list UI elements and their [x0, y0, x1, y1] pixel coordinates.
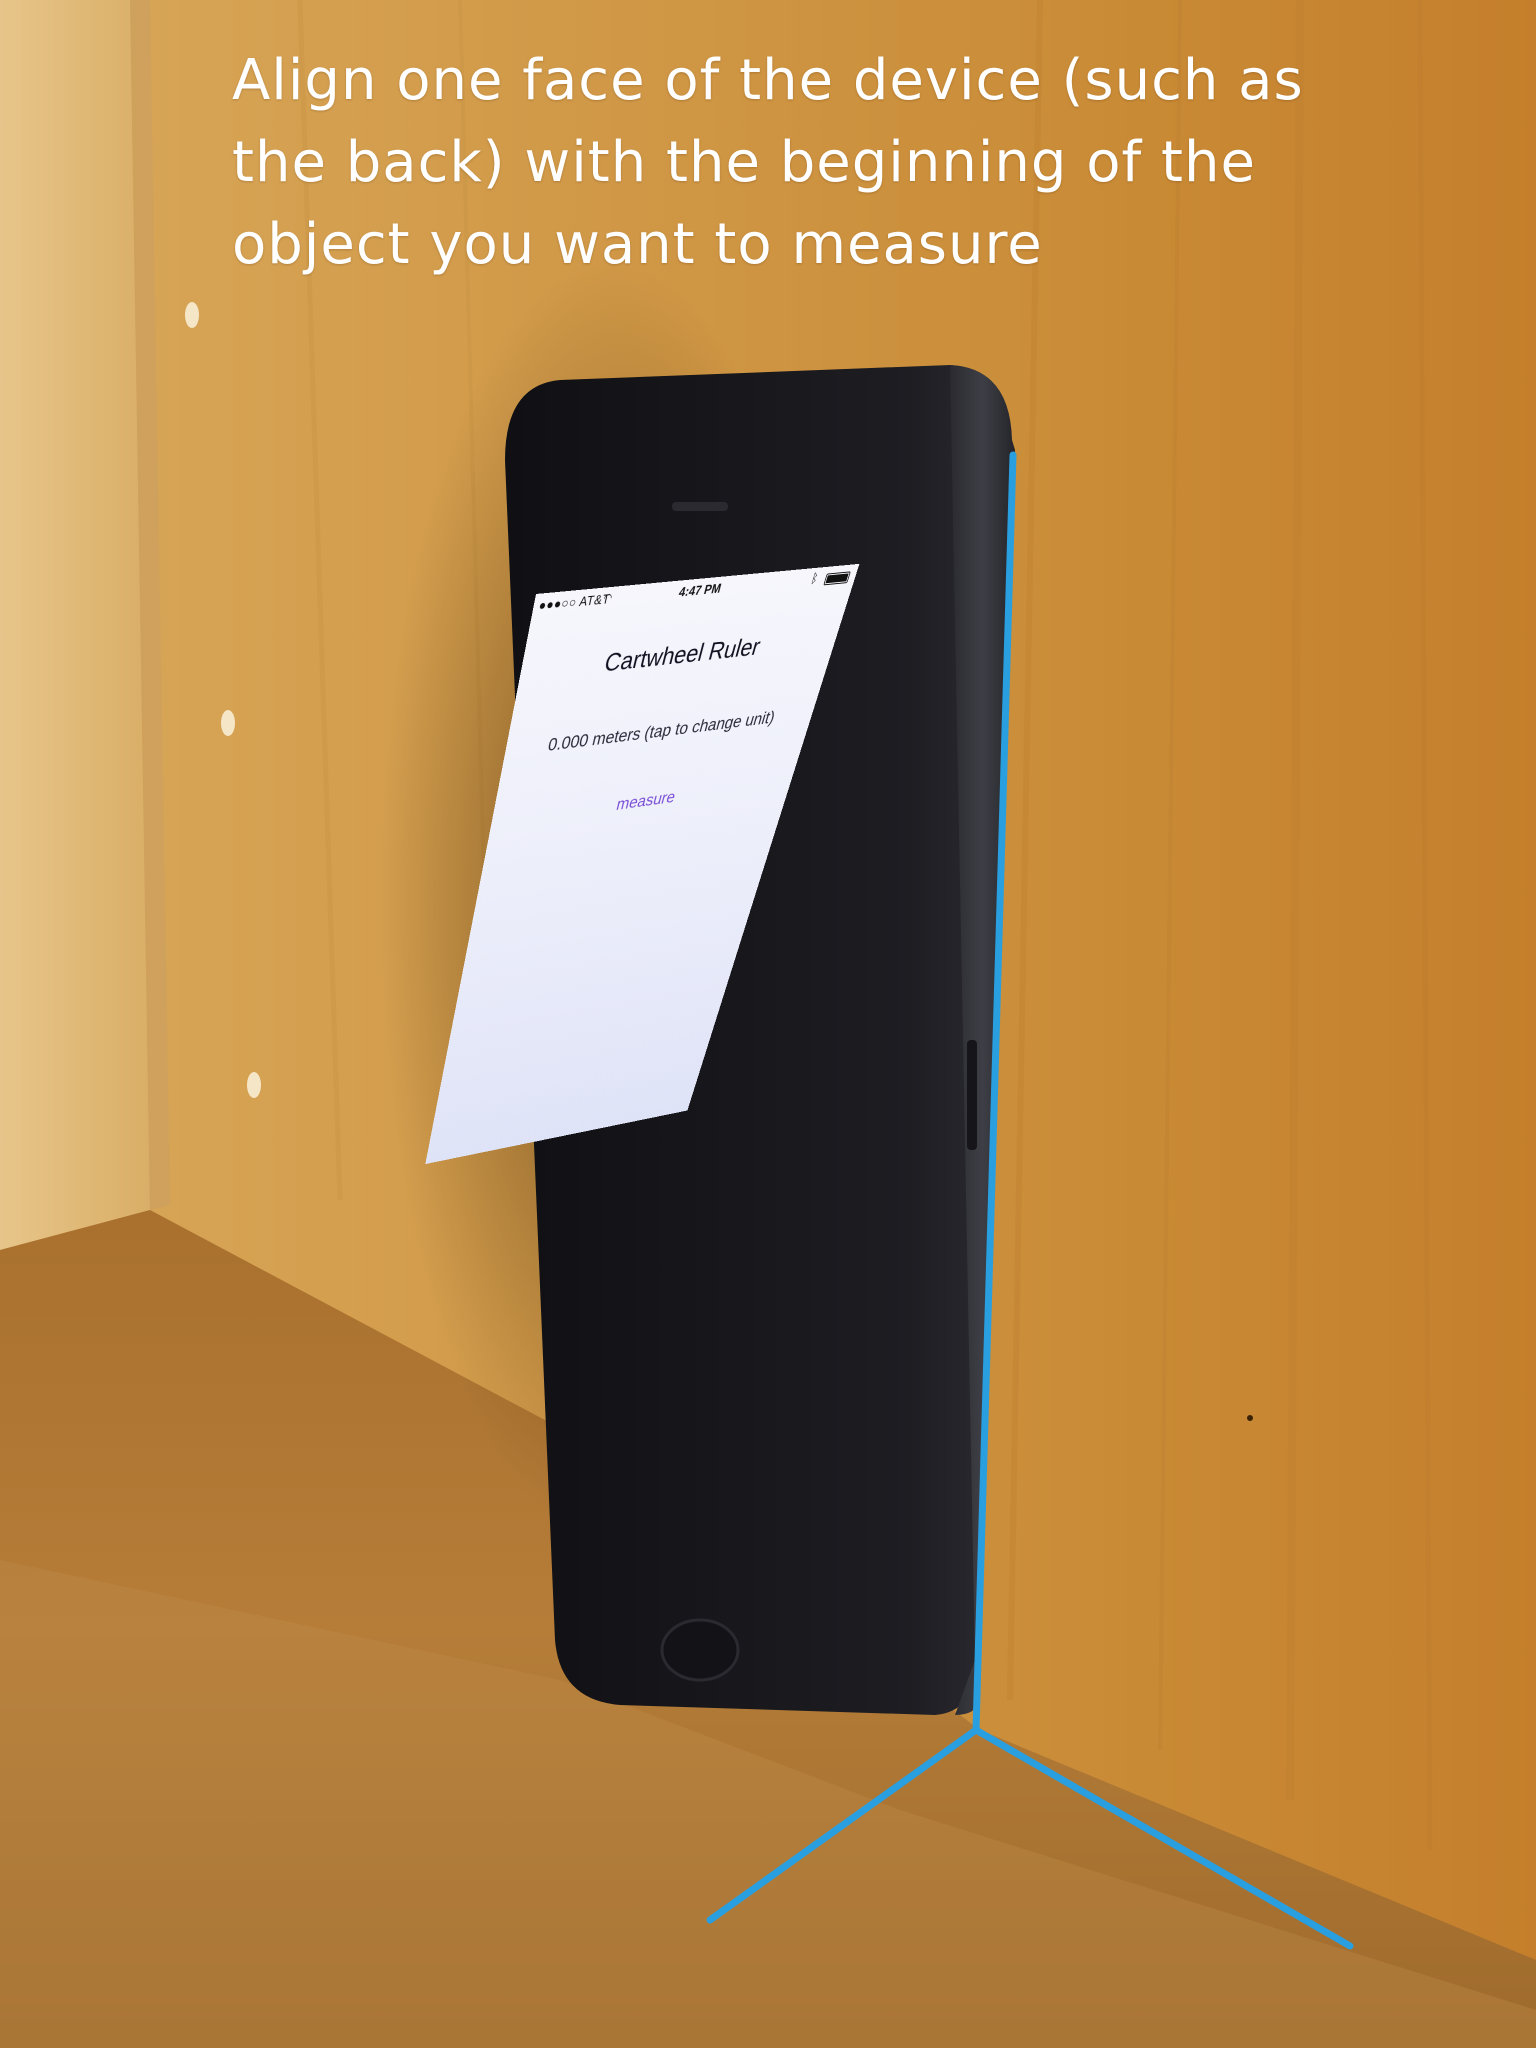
- photo-scene: [0, 0, 1536, 2048]
- wall-mark: [1247, 1415, 1253, 1421]
- app-title: Cartwheel Ruler: [601, 631, 764, 678]
- volume-button: [967, 1040, 977, 1150]
- caption-line-1: Align one face of the device (such as: [232, 48, 1304, 113]
- left-wall: [0, 0, 150, 1250]
- home-button: [660, 1618, 740, 1682]
- earpiece: [672, 502, 728, 511]
- measure-button[interactable]: measure: [490, 773, 794, 833]
- instruction-caption: Align one face of the device (such as th…: [232, 40, 1352, 286]
- battery-icon: [823, 571, 851, 586]
- caption-line-3: object you want to measure: [232, 212, 1043, 277]
- measurement-reading[interactable]: 0.000 meters (tap to change unit): [503, 704, 815, 762]
- caption-line-2: the back) with the beginning of the: [232, 130, 1256, 195]
